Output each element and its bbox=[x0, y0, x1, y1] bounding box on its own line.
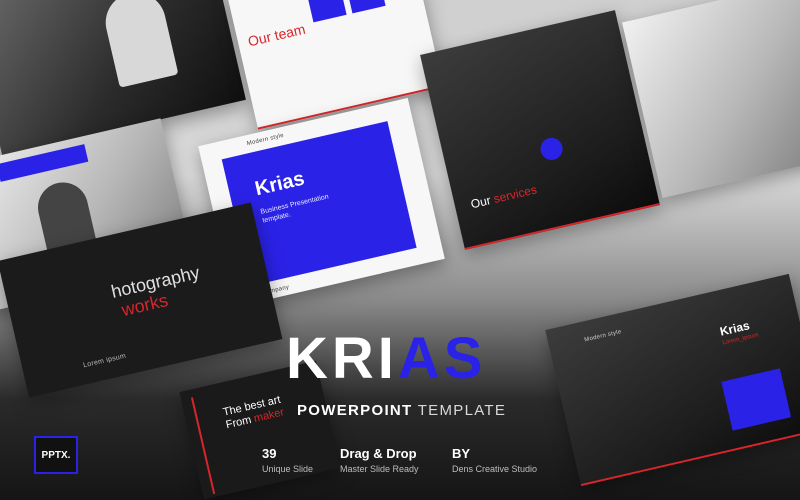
subtitle-light: TEMPLATE bbox=[417, 402, 507, 419]
lorem-label: Lorem ipsum bbox=[82, 352, 127, 370]
stat-slides: 39 Unique Slide bbox=[262, 446, 313, 474]
cover-title: Krias bbox=[252, 167, 307, 201]
preview-stage: Our team Our services 05 Modern style Kr… bbox=[0, 0, 800, 500]
pptx-badge: PPTX. bbox=[34, 436, 78, 474]
stat-value: Drag & Drop bbox=[340, 446, 417, 461]
stat-caption: Master Slide Ready bbox=[340, 464, 419, 474]
slide-modern-style: Modern style Krias Lorem_Ipsum bbox=[545, 273, 800, 487]
services-title-b: services bbox=[492, 182, 539, 207]
stat-caption: Unique Slide bbox=[262, 464, 314, 474]
product-subtitle: POWERPOINT TEMPLATE bbox=[297, 402, 506, 419]
stat-author: BY Dens Creative Studio bbox=[452, 446, 537, 474]
slide-our-team: Our team bbox=[226, 0, 444, 130]
team-block-1 bbox=[304, 0, 347, 23]
slide-our-services: Our services bbox=[420, 10, 660, 250]
subtitle-bold: POWERPOINT bbox=[297, 402, 413, 419]
stat-value: BY bbox=[452, 446, 471, 461]
red-vertical-rule bbox=[190, 397, 216, 495]
stat-caption: Dens Creative Studio bbox=[452, 464, 538, 474]
modern-tag: Modern style bbox=[583, 329, 623, 344]
red-rule bbox=[464, 202, 660, 250]
title-part-2: AS bbox=[397, 326, 487, 391]
stat-drag-drop: Drag & Drop Master Slide Ready bbox=[340, 446, 419, 474]
red-rule bbox=[580, 427, 800, 487]
person-portrait-shape bbox=[99, 0, 179, 88]
stat-value: 39 bbox=[262, 446, 277, 461]
service-icon-circle bbox=[538, 135, 565, 163]
title-part-1: KRI bbox=[286, 326, 398, 391]
product-title: KRIAS bbox=[286, 330, 486, 388]
team-block-2 bbox=[343, 0, 386, 14]
modern-blue-block bbox=[721, 368, 792, 431]
our-team-title: Our team bbox=[246, 20, 307, 50]
services-title-a: Our bbox=[469, 193, 493, 212]
